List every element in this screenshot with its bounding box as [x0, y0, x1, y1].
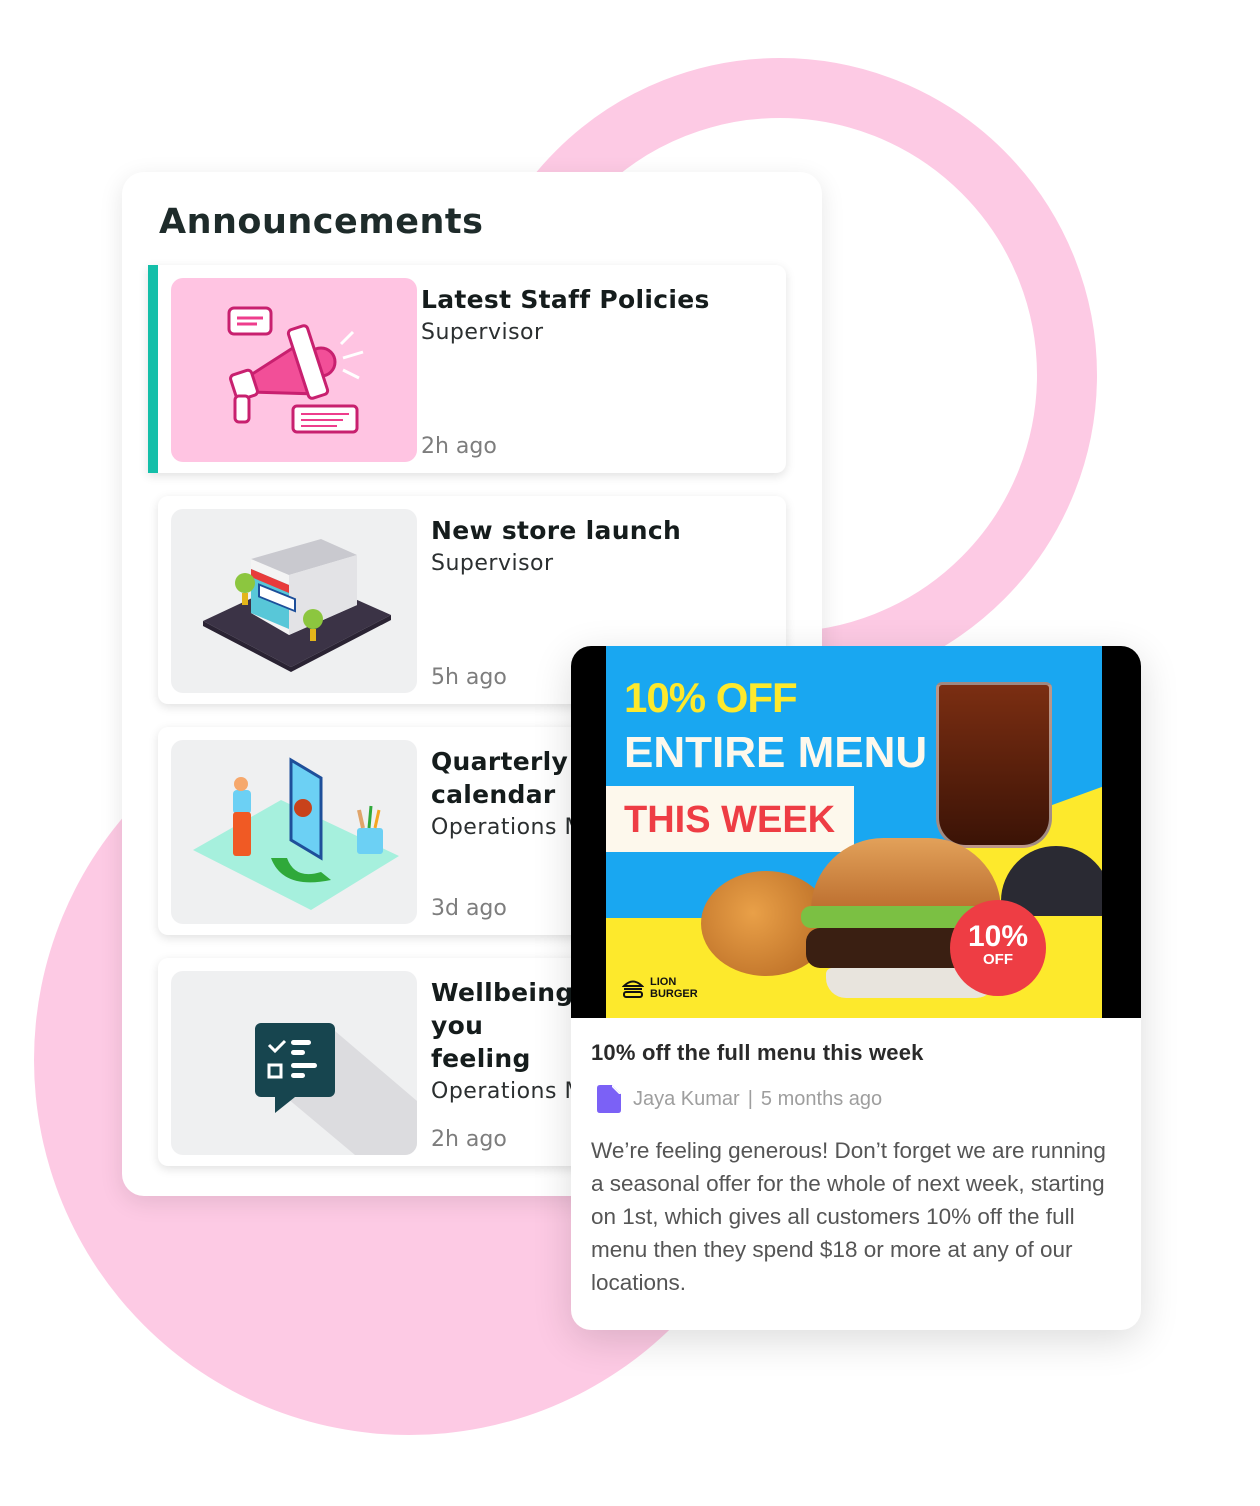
announcement-thumbnail: [171, 971, 417, 1155]
meta-separator: |: [747, 1087, 753, 1110]
announcement-title: Wellbeing you feeling: [431, 978, 574, 1073]
document-icon: [597, 1085, 621, 1113]
announcement-title: Quarterly calendar: [431, 747, 569, 809]
panel-title: Announcements: [159, 202, 484, 242]
announcement-thumbnail: [171, 278, 417, 462]
announcement-thumbnail: [171, 509, 417, 693]
brand-name-1: LION: [650, 976, 677, 988]
announcement-thumbnail: [171, 740, 417, 924]
announcement-time: 2h ago: [421, 434, 497, 459]
post-meta: Jaya Kumar | 5 months ago: [597, 1085, 882, 1113]
discount-sticker: 10% OFF: [950, 900, 1046, 996]
announcement-title: New store launch: [431, 516, 682, 545]
brand-name-2: BURGER: [650, 988, 698, 1000]
announcement-time: 2h ago: [431, 1127, 507, 1152]
post-time: 5 months ago: [760, 1087, 883, 1110]
announcement-time: 3d ago: [431, 896, 507, 921]
banner-headline-1: 10% OFF: [624, 674, 798, 721]
promo-banner-image: 10% OFF ENTIRE MENU THIS WEEK 10% OFF LI…: [571, 646, 1141, 1018]
drink-image: [936, 682, 1052, 848]
person-phone-icon: [193, 757, 399, 910]
store-icon: [203, 539, 391, 672]
announcement-author: Supervisor: [431, 551, 554, 576]
post-title[interactable]: 10% off the full menu this week: [591, 1040, 924, 1066]
announcement-time: 5h ago: [431, 665, 507, 690]
sticker-off: OFF: [983, 951, 1013, 968]
banner-headline-2: ENTIRE MENU: [624, 728, 928, 777]
announcement-author: Supervisor: [421, 320, 544, 345]
announcement-title: Latest Staff Policies: [421, 285, 710, 314]
megaphone-icon: [227, 306, 364, 434]
post-body: We’re feeling generous! Don’t forget we …: [591, 1138, 1106, 1295]
announcement-card[interactable]: Latest Staff Policies Supervisor 2h ago: [148, 265, 786, 473]
sticker-percent: 10%: [967, 920, 1029, 953]
brand-logo: LION BURGER: [622, 976, 698, 1000]
burger-logo-icon: [622, 980, 644, 998]
checklist-chat-icon: [255, 1023, 417, 1155]
banner-headline-3: THIS WEEK: [624, 799, 836, 841]
post-author: Jaya Kumar: [633, 1087, 740, 1110]
promo-post-card[interactable]: 10% OFF ENTIRE MENU THIS WEEK 10% OFF LI…: [571, 646, 1141, 1330]
